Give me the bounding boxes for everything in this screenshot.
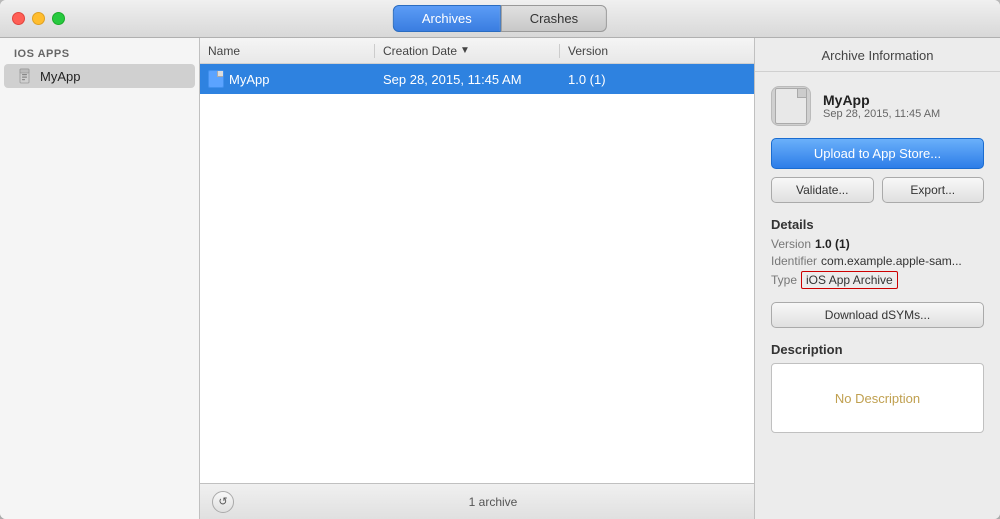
version-label: Version bbox=[771, 237, 811, 251]
row-date: Sep 28, 2015, 11:45 AM bbox=[375, 72, 560, 87]
info-panel: Archive Information MyApp Sep 28, 2015, … bbox=[755, 38, 1000, 519]
row-name: MyApp bbox=[200, 70, 375, 88]
tab-archives[interactable]: Archives bbox=[393, 5, 501, 32]
file-header: Name Creation Date ▼ Version bbox=[200, 38, 754, 64]
titlebar: Archives Crashes bbox=[0, 0, 1000, 38]
tab-crashes[interactable]: Crashes bbox=[501, 5, 607, 32]
col-header-version[interactable]: Version bbox=[560, 44, 660, 58]
sidebar: iOS Apps MyApp bbox=[0, 38, 200, 519]
archive-count: 1 archive bbox=[244, 495, 742, 509]
close-button[interactable] bbox=[12, 12, 25, 25]
row-version: 1.0 (1) bbox=[560, 72, 754, 87]
traffic-lights bbox=[0, 12, 65, 25]
identifier-value: com.example.apple-sam... bbox=[821, 254, 962, 268]
description-empty: No Description bbox=[835, 391, 920, 406]
col-date-label: Creation Date bbox=[383, 44, 457, 58]
details-section: Details Version 1.0 (1) Identifier com.e… bbox=[755, 217, 1000, 292]
app-icon bbox=[771, 86, 811, 126]
export-button[interactable]: Export... bbox=[882, 177, 985, 203]
app-date: Sep 28, 2015, 11:45 AM bbox=[823, 108, 940, 120]
info-panel-title: Archive Information bbox=[755, 38, 1000, 72]
col-header-date[interactable]: Creation Date ▼ bbox=[375, 44, 560, 58]
identifier-row: Identifier com.example.apple-sam... bbox=[771, 254, 984, 268]
upload-button[interactable]: Upload to App Store... bbox=[771, 138, 984, 169]
version-value: 1.0 (1) bbox=[815, 237, 850, 251]
validate-button[interactable]: Validate... bbox=[771, 177, 874, 203]
download-dsyms-button[interactable]: Download dSYMs... bbox=[771, 302, 984, 328]
app-header: MyApp Sep 28, 2015, 11:45 AM bbox=[755, 72, 1000, 138]
description-title: Description bbox=[771, 342, 984, 357]
file-icon bbox=[208, 70, 224, 88]
description-box: No Description bbox=[771, 363, 984, 433]
file-list: MyApp Sep 28, 2015, 11:45 AM 1.0 (1) bbox=[200, 64, 754, 483]
type-label: Type bbox=[771, 273, 797, 287]
tab-group: Archives Crashes bbox=[393, 5, 607, 32]
validate-export-row: Validate... Export... bbox=[771, 177, 984, 203]
main-window: Archives Crashes iOS Apps MyApp bbox=[0, 0, 1000, 519]
app-name: MyApp bbox=[823, 92, 940, 108]
details-title: Details bbox=[771, 217, 984, 232]
file-bottom-bar: ↺ 1 archive bbox=[200, 483, 754, 519]
type-row: Type iOS App Archive bbox=[771, 271, 984, 289]
description-section: Description No Description bbox=[755, 342, 1000, 433]
sidebar-item-label: MyApp bbox=[40, 69, 80, 84]
table-row[interactable]: MyApp Sep 28, 2015, 11:45 AM 1.0 (1) bbox=[200, 64, 754, 94]
main-content: iOS Apps MyApp Name Creation bbox=[0, 38, 1000, 519]
col-version-label: Version bbox=[568, 44, 608, 58]
app-info-text: MyApp Sep 28, 2015, 11:45 AM bbox=[823, 92, 940, 120]
refresh-button[interactable]: ↺ bbox=[212, 491, 234, 513]
file-area: Name Creation Date ▼ Version MyApp Se bbox=[200, 38, 755, 519]
identifier-label: Identifier bbox=[771, 254, 817, 268]
sidebar-item-myapp[interactable]: MyApp bbox=[4, 64, 195, 88]
app-icon-inner bbox=[775, 88, 807, 124]
sidebar-section-label: iOS Apps bbox=[0, 38, 199, 64]
minimize-button[interactable] bbox=[32, 12, 45, 25]
ios-app-icon bbox=[18, 68, 34, 84]
maximize-button[interactable] bbox=[52, 12, 65, 25]
col-header-name[interactable]: Name bbox=[200, 44, 375, 58]
refresh-icon: ↺ bbox=[218, 495, 227, 508]
col-name-label: Name bbox=[208, 44, 240, 58]
version-row: Version 1.0 (1) bbox=[771, 237, 984, 251]
sort-arrow-icon: ▼ bbox=[460, 45, 470, 56]
type-value: iOS App Archive bbox=[801, 271, 898, 289]
